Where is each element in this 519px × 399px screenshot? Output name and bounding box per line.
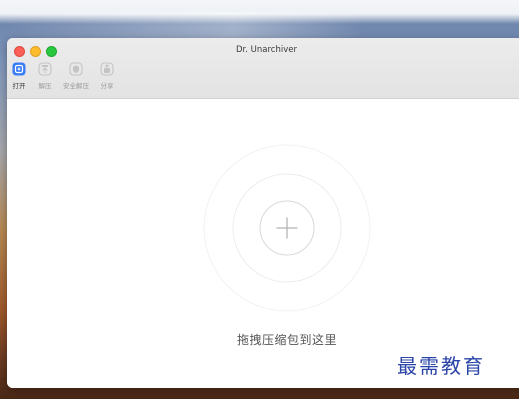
extract-label: 解压 bbox=[38, 82, 52, 90]
app-window: Dr. Unarchiver 打开 解压 安全解压 分享 拖拽压缩包到这里 bbox=[7, 38, 519, 388]
open-icon bbox=[11, 61, 27, 77]
extract-button[interactable]: 解压 bbox=[37, 61, 53, 90]
toolbar: 打开 解压 安全解压 分享 bbox=[11, 61, 125, 90]
share-label: 分享 bbox=[100, 82, 114, 90]
drop-zone[interactable] bbox=[203, 144, 371, 312]
open-label: 打开 bbox=[12, 82, 26, 90]
safe-extract-label: 安全解压 bbox=[63, 82, 89, 90]
drop-zone-rings bbox=[203, 144, 371, 312]
drop-instruction: 拖拽压缩包到这里 bbox=[236, 333, 337, 347]
titlebar: Dr. Unarchiver 打开 解压 安全解压 分享 bbox=[7, 38, 519, 99]
safe-extract-button[interactable]: 安全解压 bbox=[63, 61, 89, 90]
share-icon bbox=[99, 61, 115, 77]
window-title: Dr. Unarchiver bbox=[236, 45, 297, 55]
watermark-logo: 最需教育 bbox=[397, 354, 485, 378]
open-button[interactable]: 打开 bbox=[11, 61, 27, 90]
desktop-background: Dr. Unarchiver 打开 解压 安全解压 分享 拖拽压缩包到这里 最需… bbox=[0, 0, 519, 399]
safe-extract-icon bbox=[68, 61, 84, 77]
main-content: 拖拽压缩包到这里 bbox=[7, 99, 519, 388]
share-button[interactable]: 分享 bbox=[99, 61, 115, 90]
extract-icon bbox=[37, 61, 53, 77]
